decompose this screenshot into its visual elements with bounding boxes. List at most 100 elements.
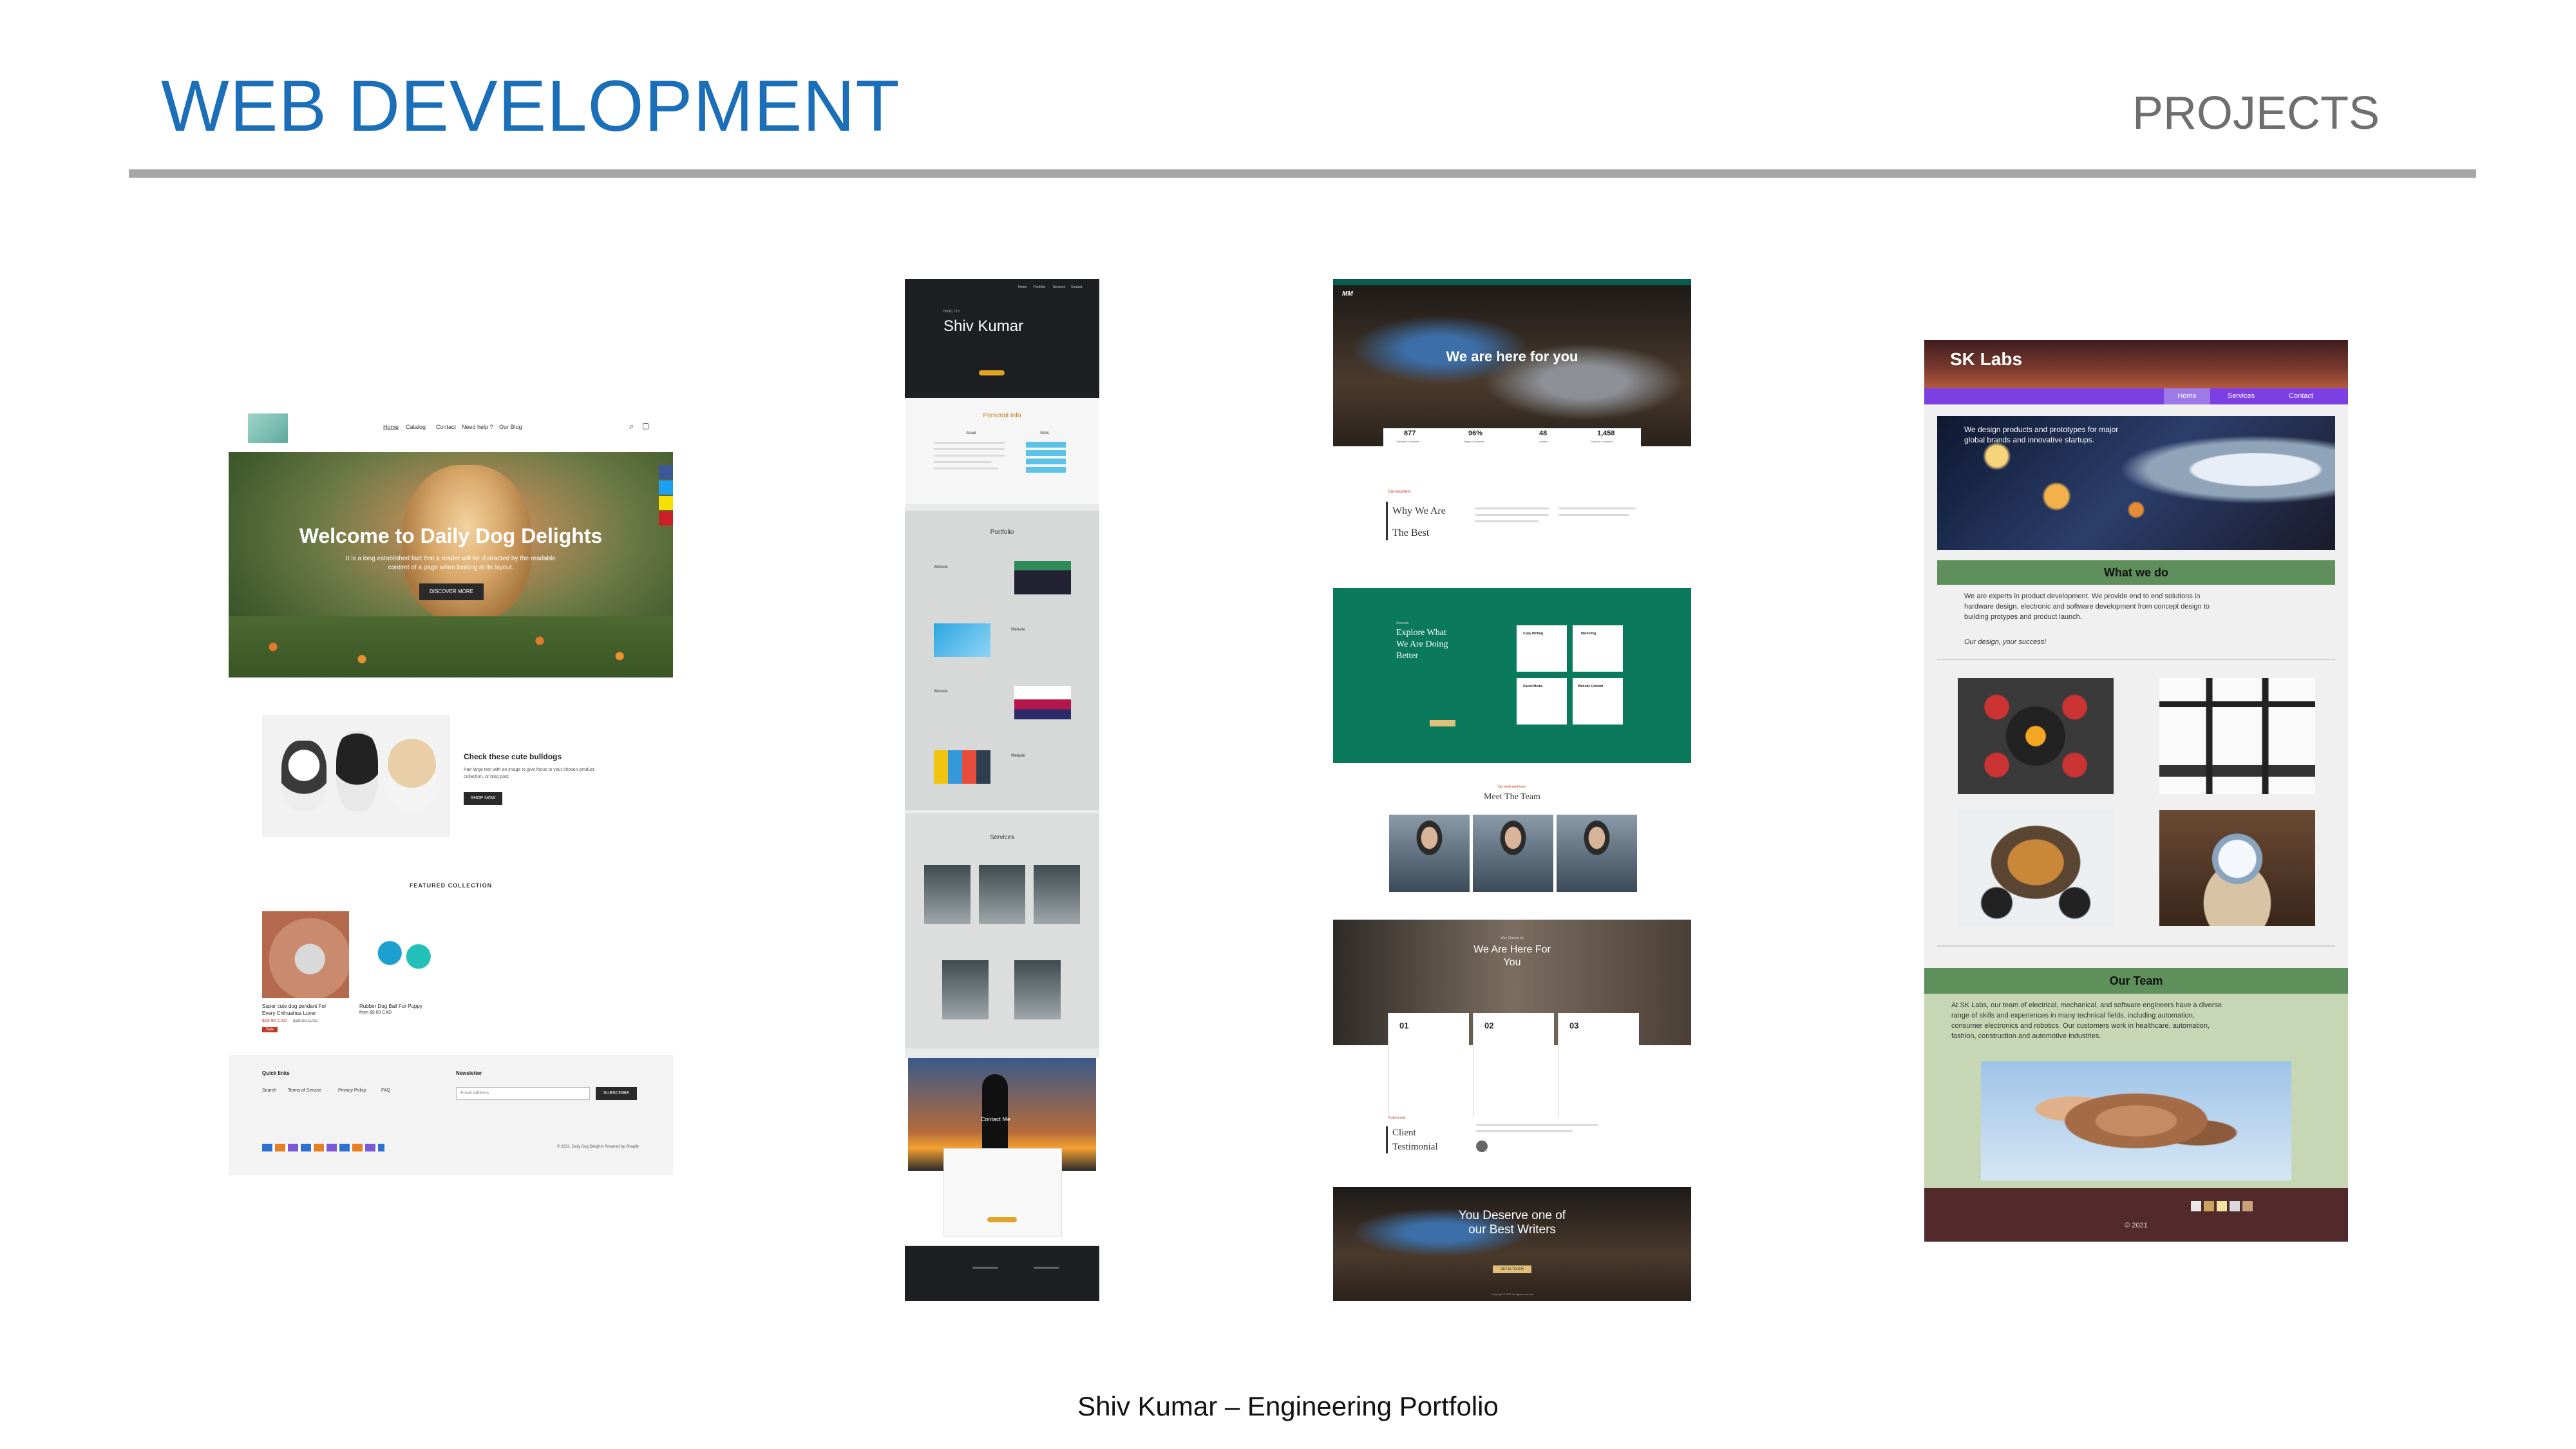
sk-nav-contact[interactable]: Contact bbox=[2275, 388, 2327, 404]
cv-portfolio-thumb-2[interactable] bbox=[934, 623, 990, 657]
dog-nav-catalog[interactable]: Catalog bbox=[406, 424, 426, 430]
quick-link-faq[interactable]: FAQ bbox=[381, 1088, 390, 1093]
mm-why-title-1: Why We Are bbox=[1392, 506, 1446, 516]
cv-name: Shiv Kumar bbox=[943, 317, 1024, 335]
mm-here-2: You bbox=[1503, 957, 1521, 968]
sk-3d-printer-image[interactable] bbox=[2159, 678, 2315, 794]
dog-nav-blog[interactable]: Our Blog bbox=[499, 424, 522, 430]
mm-client-kicker: Testimonials bbox=[1388, 1116, 1406, 1120]
dog-nav-help[interactable]: Need help ? bbox=[462, 424, 493, 430]
cv-service-card-3[interactable] bbox=[1034, 865, 1080, 924]
payment-icons bbox=[262, 1144, 384, 1151]
cv-portfolio-item-3[interactable]: Website bbox=[934, 690, 948, 694]
mm-stat-1-value: 877 bbox=[1404, 430, 1416, 437]
product1-name-2[interactable]: Every Chihuahua Lover bbox=[262, 1010, 316, 1016]
sk-team-section: Our Team At SK Labs, our team of electri… bbox=[1924, 968, 2348, 1188]
cv-contact-submit[interactable] bbox=[987, 1217, 1017, 1222]
cv-portfolio-thumb-1[interactable] bbox=[1014, 561, 1071, 594]
cv-contact: Contact Me bbox=[905, 1058, 1099, 1245]
dog-hero-title: Welcome to Daily Dog Delights bbox=[299, 524, 603, 547]
social-twitter-icon[interactable] bbox=[659, 480, 673, 495]
mm-deserve-1: You Deserve one of bbox=[1458, 1209, 1566, 1222]
newsletter-email-input[interactable]: Email address bbox=[456, 1087, 590, 1100]
sk-header: SK Labs bbox=[1924, 340, 2348, 388]
dog-nav-contact[interactable]: Contact bbox=[436, 424, 456, 430]
mm-service-card-2[interactable] bbox=[1573, 625, 1623, 672]
cv-hero-button[interactable] bbox=[979, 370, 1005, 375]
cv-service-card-2[interactable] bbox=[979, 865, 1025, 924]
cv-service-card-5[interactable] bbox=[1014, 960, 1061, 1019]
sk-nav-home[interactable]: Home bbox=[2164, 388, 2210, 404]
product1-image[interactable] bbox=[262, 911, 349, 998]
sk-navbar: Home Services Contact bbox=[1924, 388, 2348, 404]
mm-team-kicker: Our dedicated team bbox=[1498, 785, 1526, 789]
product2-name[interactable]: Rubber Dog Ball For Puppy bbox=[359, 1003, 422, 1009]
mm-stat-3-value: 48 bbox=[1539, 430, 1548, 437]
cv-nav-contact[interactable]: Contact bbox=[1071, 285, 1082, 289]
mm-site-screenshot: MM We are here for you 877 96% 48 1,458 … bbox=[1333, 279, 1691, 1301]
sk-logo[interactable]: SK Labs bbox=[1950, 349, 2022, 370]
mm-explore-button[interactable] bbox=[1430, 720, 1455, 726]
sk-hero-image: We design products and prototypes for ma… bbox=[1937, 416, 2335, 550]
sk-nav-services[interactable]: Services bbox=[2215, 388, 2267, 404]
mm-team-photo-3[interactable] bbox=[1557, 815, 1637, 892]
cv-portfolio-thumb-3[interactable] bbox=[1014, 686, 1071, 719]
flowers bbox=[229, 616, 673, 677]
sk-hero-2: global brands and innovative startups. bbox=[1964, 435, 2095, 444]
cv-nav-portfolio[interactable]: Portfolio bbox=[1034, 285, 1045, 289]
header-divider bbox=[129, 169, 2476, 178]
social-snapchat-icon[interactable] bbox=[659, 496, 673, 510]
product1-name-1[interactable]: Super cute dog pendant For bbox=[262, 1003, 327, 1009]
portfolio-footer: Shiv Kumar – Engineering Portfolio bbox=[1077, 1391, 1499, 1421]
social-facebook-icon[interactable] bbox=[659, 465, 673, 479]
sk-team-4: fashion, construction and automotive ind… bbox=[1951, 1032, 2101, 1040]
mm-team-photo-2[interactable] bbox=[1473, 815, 1553, 892]
dog-hero-sub-2: content of a page when looking at its la… bbox=[388, 564, 514, 571]
dog-feature-button[interactable]: SHOP NOW bbox=[464, 792, 502, 805]
sk-team-3: consumer electronics and robotics. Our c… bbox=[1951, 1022, 2210, 1030]
mm-deserve-button[interactable]: GET IN TOUCH bbox=[1493, 1265, 1531, 1273]
mm-explore-2: We Are Doing bbox=[1396, 639, 1448, 649]
cv-portfolio-item-1[interactable]: Website bbox=[934, 565, 948, 569]
sk-what-heading: What we do bbox=[1937, 560, 2335, 585]
cv-contact-form[interactable] bbox=[943, 1148, 1062, 1236]
cv-portfolio-thumb-4[interactable] bbox=[934, 750, 990, 784]
sk-social-instagram-icon[interactable] bbox=[2204, 1201, 2214, 1211]
product1-old-price: $30.00 CAD bbox=[293, 1019, 318, 1023]
mm-hero-title: We are here for you bbox=[1446, 348, 1578, 365]
sk-social-youtube-icon[interactable] bbox=[2242, 1201, 2253, 1211]
mm-team-title: Meet The Team bbox=[1484, 792, 1540, 802]
sk-social-twitter-icon[interactable] bbox=[2230, 1201, 2240, 1211]
dog-hero-sub-1: It is a long established fact that a rea… bbox=[346, 555, 556, 562]
sk-levitating-speaker-image[interactable] bbox=[2159, 810, 2315, 926]
dog-search-icon[interactable]: ⌕ bbox=[629, 421, 634, 431]
cv-portfolio: Portfolio Website Website Website Websit… bbox=[905, 511, 1099, 810]
quick-link-privacy[interactable]: Privacy Policy bbox=[338, 1088, 366, 1093]
mm-team-photo-1[interactable] bbox=[1389, 815, 1470, 892]
cv-personal-info: Personal Info About Skills bbox=[905, 398, 1099, 504]
sk-social-email-icon[interactable] bbox=[2217, 1201, 2227, 1211]
subscribe-button[interactable]: SUBSCRIBE bbox=[596, 1087, 637, 1100]
mm-stat-3-label: Awards bbox=[1539, 440, 1548, 443]
mm-client-1: Client bbox=[1392, 1128, 1416, 1138]
cv-nav-home[interactable]: Home bbox=[1018, 285, 1027, 289]
cv-service-card-1[interactable] bbox=[924, 865, 971, 924]
cv-portfolio-item-2[interactable]: Website bbox=[1011, 628, 1025, 632]
mm-service-4: Website Content bbox=[1578, 685, 1604, 688]
sk-drone-image[interactable] bbox=[1958, 678, 2114, 794]
dog-cart-icon[interactable]: ▢ bbox=[642, 421, 649, 430]
cv-nav-services[interactable]: Services bbox=[1053, 285, 1065, 289]
mm-logo[interactable]: MM bbox=[1342, 290, 1353, 298]
dog-nav-home[interactable]: Home bbox=[383, 424, 399, 430]
product2-price: from $9.00 CAD bbox=[359, 1010, 392, 1015]
sk-rover-image[interactable] bbox=[1958, 810, 2114, 926]
dog-hero-button[interactable]: DISCOVER MORE bbox=[419, 583, 484, 600]
sk-social-facebook-icon[interactable] bbox=[2191, 1201, 2201, 1211]
cv-service-card-4[interactable] bbox=[942, 960, 989, 1019]
mm-client-2: Testimonial bbox=[1392, 1142, 1438, 1152]
quick-link-search[interactable]: Search bbox=[262, 1088, 276, 1093]
quick-link-terms[interactable]: Terms of Service bbox=[288, 1088, 321, 1093]
product2-image[interactable] bbox=[359, 911, 446, 998]
social-pinterest-icon[interactable] bbox=[659, 511, 673, 526]
cv-portfolio-item-4[interactable]: Website bbox=[1011, 754, 1025, 758]
